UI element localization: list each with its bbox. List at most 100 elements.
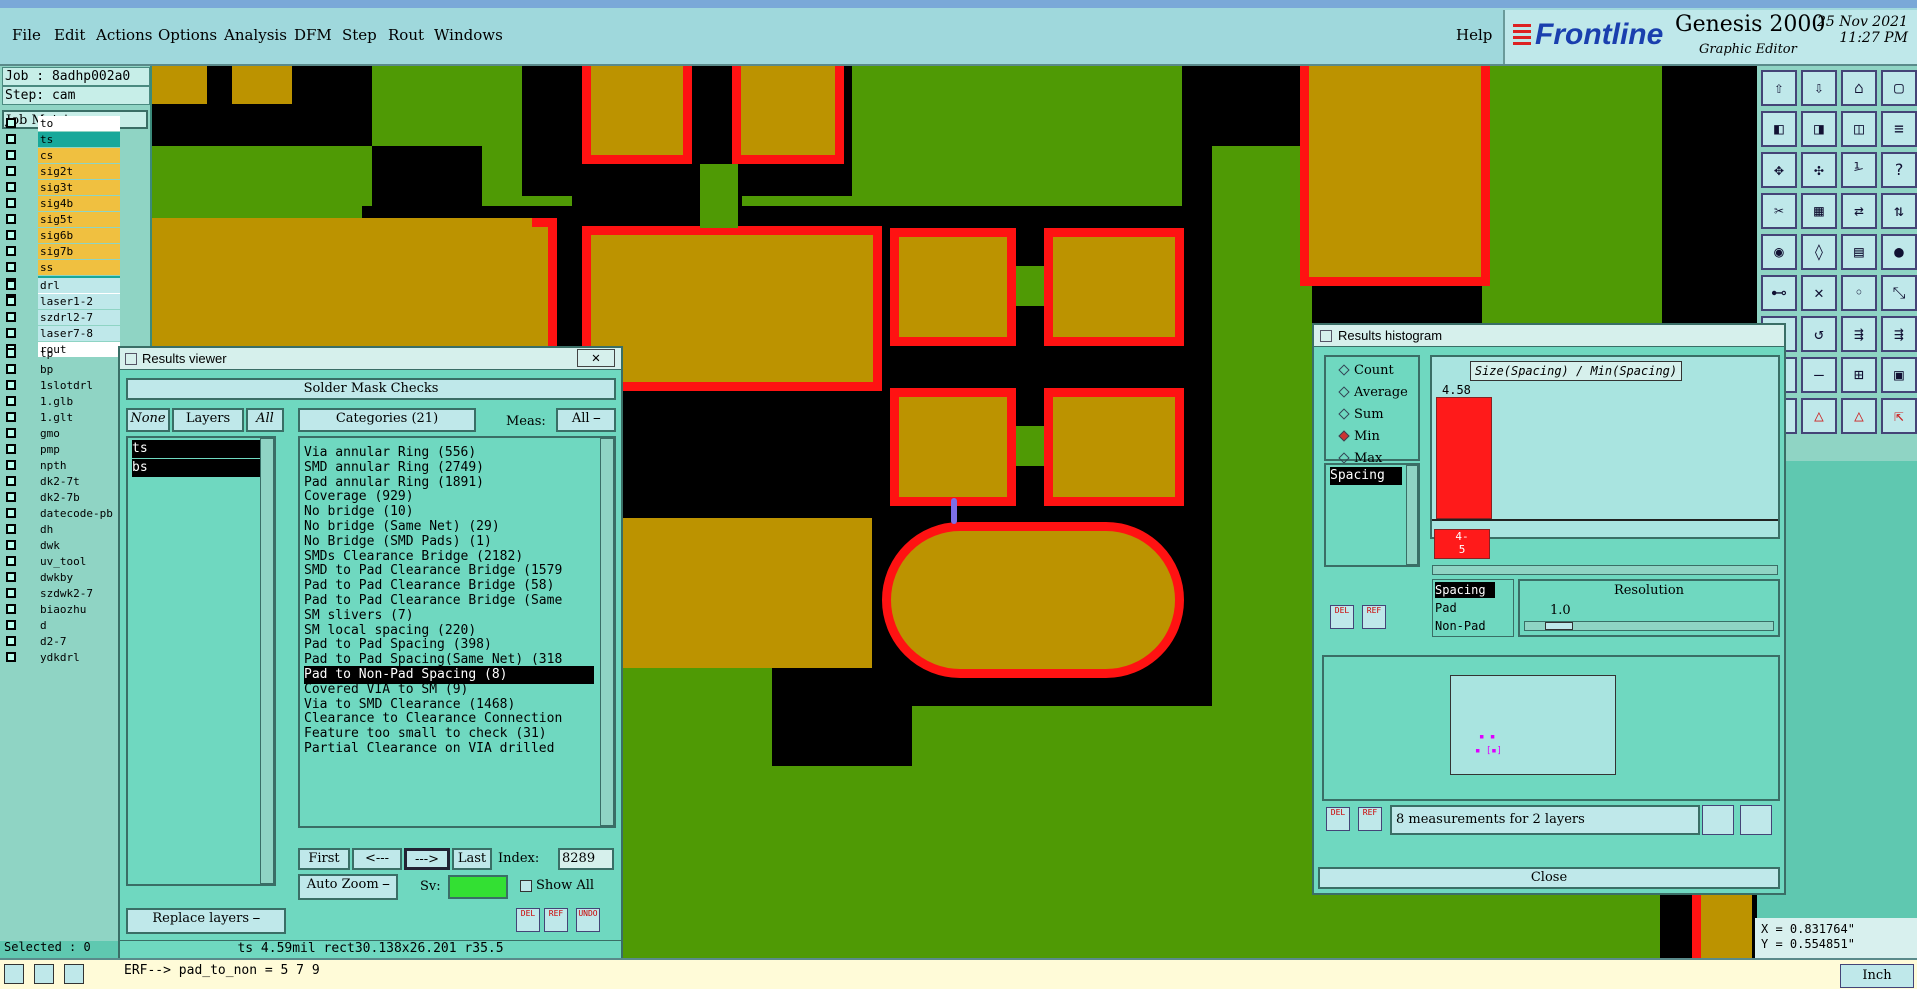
tool-button-icon[interactable]: ✂ [1761, 193, 1797, 229]
layer-checkbox[interactable] [6, 198, 16, 208]
categories-scrollbar[interactable] [600, 438, 614, 826]
layer-row[interactable]: sig3t [2, 180, 120, 195]
zoom-back-icon[interactable] [1740, 805, 1772, 835]
layer-row[interactable]: laser7-8 [2, 326, 120, 341]
tool-button-icon[interactable]: ✕ [1801, 275, 1837, 311]
layer-checkbox[interactable] [6, 312, 16, 322]
layer-row[interactable]: sig4b [2, 196, 120, 211]
layer-checkbox[interactable] [6, 182, 16, 192]
next-button[interactable]: ---> [404, 848, 450, 870]
layer-checkbox[interactable] [6, 572, 16, 582]
layer-checkbox[interactable] [6, 492, 16, 502]
tool-button-icon[interactable]: ▣ [1881, 357, 1917, 393]
layer-checkbox[interactable] [6, 246, 16, 256]
first-button[interactable]: First [298, 848, 350, 870]
tool-button-icon[interactable]: ⇶ [1881, 316, 1917, 352]
layer-checkbox[interactable] [6, 444, 16, 454]
sv-color-dropdown[interactable] [448, 875, 508, 899]
layer-checkbox[interactable] [6, 460, 16, 470]
layer-checkbox[interactable] [6, 262, 16, 272]
grid-icon[interactable] [64, 964, 84, 984]
tool-button-icon[interactable]: ↺ [1801, 316, 1837, 352]
tool-button-icon[interactable]: — [1801, 357, 1837, 393]
layer-row[interactable]: dk2-7b [2, 490, 120, 505]
tool-button-icon[interactable]: ⊞ [1841, 357, 1877, 393]
layer-checkbox[interactable] [6, 230, 16, 240]
mode-radio-count[interactable]: Count [1338, 363, 1394, 378]
layer-row[interactable]: uv_tool [2, 554, 120, 569]
layer-row[interactable]: ts [2, 132, 120, 147]
layer-checkbox[interactable] [6, 620, 16, 630]
layer-row[interactable]: dh [2, 522, 120, 537]
tool-button-icon[interactable]: ✣ [1801, 152, 1837, 188]
del-button[interactable]: DEL [1330, 605, 1354, 629]
layer-row[interactable]: ydkdrl [2, 650, 120, 665]
show-all-checkbox[interactable] [520, 880, 532, 892]
prev-button[interactable]: <--- [352, 848, 402, 870]
menu-windows[interactable]: Windows [434, 26, 503, 44]
layer-checkbox[interactable] [6, 652, 16, 662]
layer-checkbox[interactable] [6, 508, 16, 518]
menu-edit[interactable]: Edit [54, 26, 85, 44]
layer-row[interactable]: 1.glb [2, 394, 120, 409]
layer-row[interactable]: dwkby [2, 570, 120, 585]
layer-item-ts[interactable]: ts [132, 440, 272, 458]
ref-button[interactable]: REF [1362, 605, 1386, 629]
layer-checkbox[interactable] [6, 166, 16, 176]
measure-icon[interactable] [34, 964, 54, 984]
layer-row[interactable]: to [2, 116, 120, 131]
tool-button-icon[interactable]: ◫ [1841, 111, 1877, 147]
layer-row[interactable]: d2-7 [2, 634, 120, 649]
tool-button-icon[interactable]: ⇶ [1841, 316, 1877, 352]
layer-row[interactable]: d [2, 618, 120, 633]
del-button-2[interactable]: DEL [1326, 807, 1350, 831]
layer-row[interactable]: 1slotdrl [2, 378, 120, 393]
tool-button-icon[interactable]: ⊷ [1761, 275, 1797, 311]
layer-checkbox[interactable] [6, 328, 16, 338]
layer-row[interactable]: szdwk2-7 [2, 586, 120, 601]
layer-row[interactable]: drl [2, 278, 120, 293]
tool-button-icon[interactable]: ⇅ [1881, 193, 1917, 229]
none-button[interactable]: None [126, 408, 170, 432]
replace-layers-dropdown[interactable]: Replace layers ⎯ [126, 908, 286, 934]
all-button[interactable]: All [246, 408, 284, 432]
tool-button-icon[interactable]: ⇧ [1761, 70, 1797, 106]
menu-analysis[interactable]: Analysis [224, 26, 287, 44]
tool-button-icon[interactable]: ◧ [1761, 111, 1797, 147]
tool-button-icon[interactable]: ⇩ [1801, 70, 1837, 106]
tool-button-icon[interactable]: ▢ [1881, 70, 1917, 106]
layer-row[interactable]: sig7b [2, 244, 120, 259]
layer-checkbox[interactable] [6, 476, 16, 486]
layer-checkbox[interactable] [6, 364, 16, 374]
menu-dfm[interactable]: DFM [294, 26, 332, 44]
meas-dropdown[interactable]: All ⎯ [556, 408, 616, 432]
zoom-icon[interactable] [4, 964, 24, 984]
tool-button-icon[interactable]: ▤ [1841, 234, 1877, 270]
tool-button-icon[interactable]: ✥ [1761, 152, 1797, 188]
type-item-spacing[interactable]: Spacing [1435, 582, 1495, 598]
tool-button-icon[interactable]: ◊ [1801, 234, 1837, 270]
layer-row[interactable]: 1.glt [2, 410, 120, 425]
tool-button-icon[interactable]: ◨ [1801, 111, 1837, 147]
layer-item-bs[interactable]: bs [132, 459, 272, 477]
layer-row[interactable]: pmp [2, 442, 120, 457]
layer-checkbox[interactable] [6, 214, 16, 224]
layer-checkbox[interactable] [6, 380, 16, 390]
ref-button[interactable]: REF [544, 908, 568, 932]
tool-button-icon[interactable]: ⤡ [1881, 275, 1917, 311]
type-item-non-pad[interactable]: Non-Pad [1435, 618, 1495, 634]
tool-button-icon[interactable]: ≡ [1881, 111, 1917, 147]
window-menu-icon[interactable] [1320, 330, 1332, 342]
close-icon[interactable]: ✕ [577, 349, 615, 367]
layer-row[interactable]: sig5t [2, 212, 120, 227]
layers-button[interactable]: Layers [172, 408, 244, 432]
layer-row[interactable]: cs [2, 148, 120, 163]
layers-scrollbar[interactable] [260, 438, 274, 884]
category-item[interactable]: Partial Clearance on VIA drilled [304, 740, 594, 758]
histogram-bar[interactable] [1436, 397, 1492, 519]
layer-row[interactable]: sig6b [2, 228, 120, 243]
layer-row[interactable]: datecode-pb [2, 506, 120, 521]
layer-checkbox[interactable] [6, 540, 16, 550]
measure-item-spacing[interactable]: Spacing [1330, 467, 1402, 485]
layer-checkbox[interactable] [6, 524, 16, 534]
